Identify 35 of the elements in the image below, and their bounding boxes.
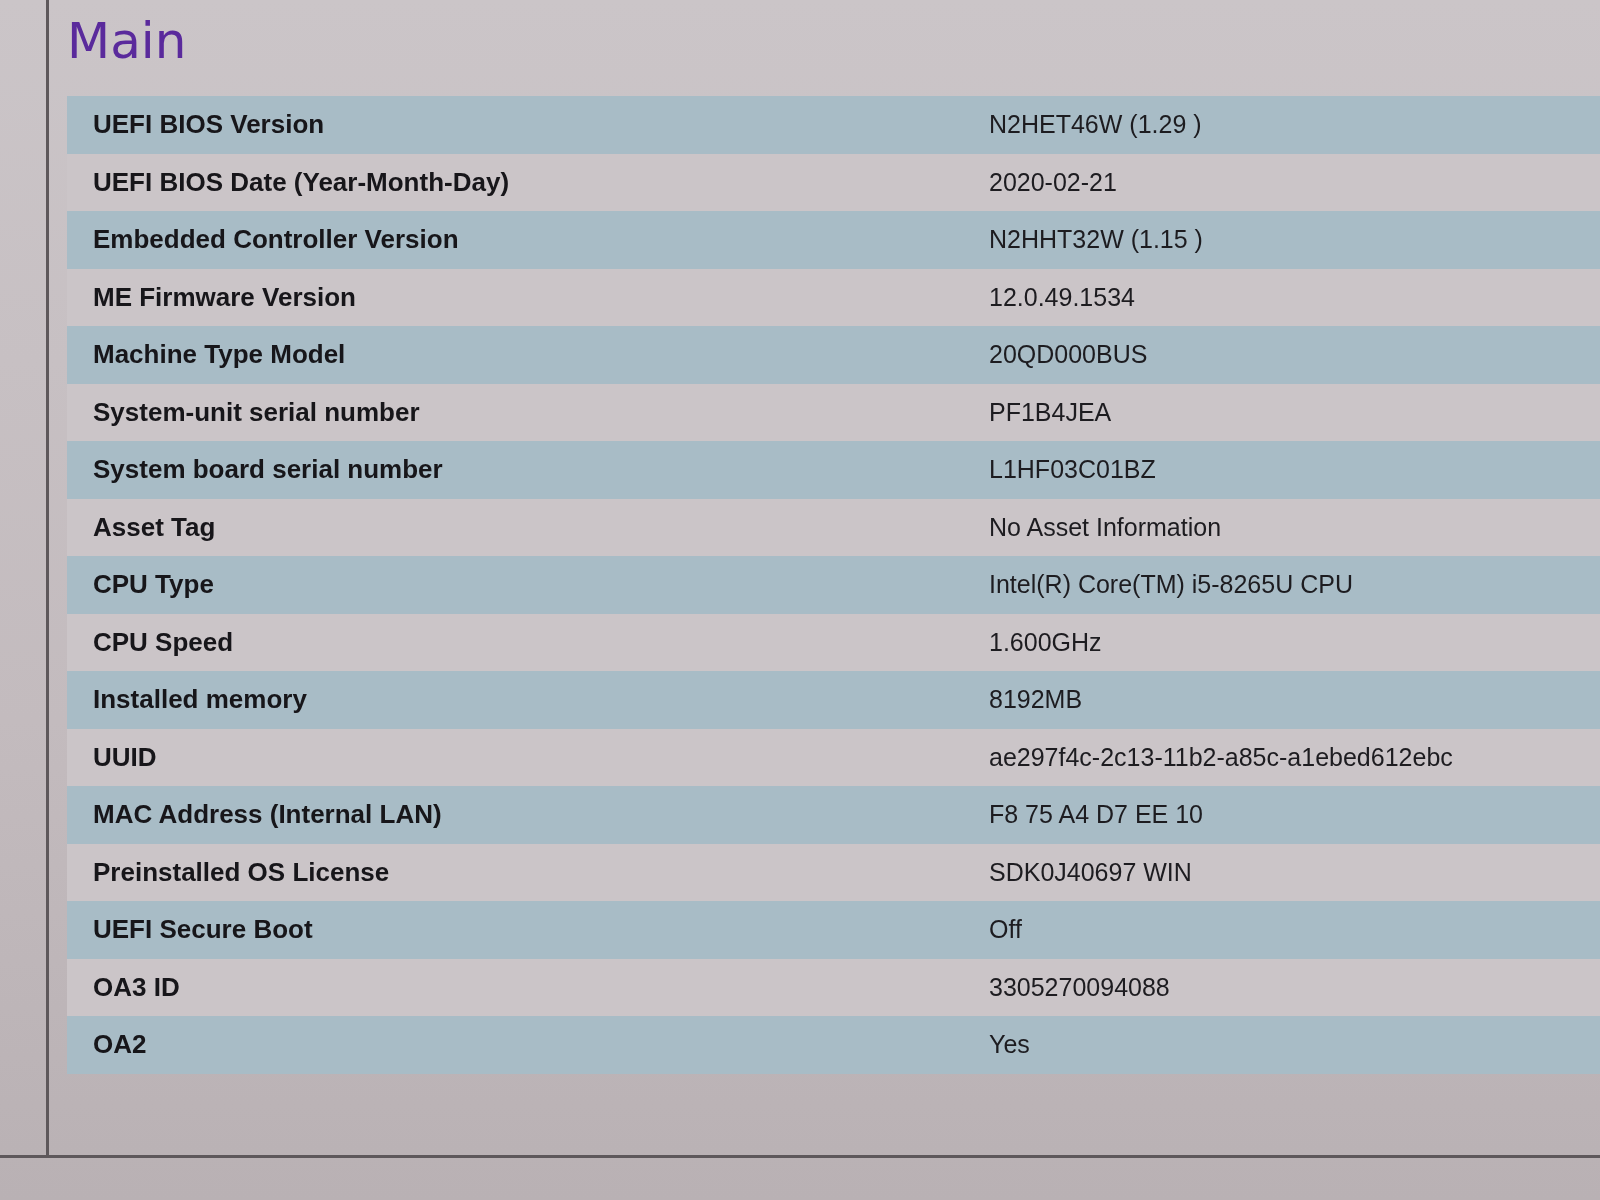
- page-title: Main: [67, 11, 187, 72]
- row-value: 3305270094088: [989, 972, 1170, 1002]
- row-label: System-unit serial number: [92, 396, 420, 428]
- row-value: F8 75 A4 D7 EE 10: [989, 800, 1204, 830]
- row-label: ME Firmware Version: [92, 281, 356, 313]
- row-label: Machine Type Model: [92, 339, 346, 371]
- row-value: ae297f4c-2c13-11b2-a85c-a1ebed612ebc: [989, 742, 1453, 772]
- row-label: UEFI BIOS Date (Year-Month-Day): [92, 166, 510, 198]
- row-label: UUID: [92, 741, 157, 773]
- row-value: 8192MB: [989, 685, 1083, 715]
- row-label: OA3 ID: [92, 971, 180, 1003]
- row-value: Yes: [989, 1030, 1030, 1060]
- row-label: UEFI Secure Boot: [92, 914, 313, 946]
- row-label: Preinstalled OS License: [92, 856, 390, 888]
- row-label: CPU Type: [92, 569, 214, 601]
- row-value: Intel(R) Core(TM) i5-8265U CPU: [989, 570, 1353, 600]
- row-label: CPU Speed: [92, 626, 234, 658]
- row-value: N2HHT32W (1.15 ): [989, 225, 1203, 255]
- row-value: 12.0.49.1534: [989, 282, 1135, 312]
- row-value: 2020-02-21: [989, 167, 1117, 197]
- row-value: N2HET46W (1.29 ): [989, 110, 1202, 140]
- row-label: System board serial number: [92, 454, 443, 486]
- row-label: Asset Tag: [92, 511, 216, 543]
- row-value: L1HF03C01BZ: [989, 455, 1156, 485]
- row-label: UEFI BIOS Version: [92, 109, 325, 141]
- row-value: 1.600GHz: [989, 627, 1102, 657]
- row-label: OA2: [92, 1029, 147, 1061]
- row-value: 20QD000BUS: [989, 340, 1148, 370]
- row-value: Off: [989, 915, 1022, 945]
- row-value: No Asset Information: [989, 512, 1222, 542]
- row-label: Installed memory: [92, 684, 307, 716]
- row-value: SDK0J40697 WIN: [989, 857, 1192, 887]
- row-label: Embedded Controller Version: [92, 224, 459, 256]
- row-label: MAC Address (Internal LAN): [92, 799, 442, 831]
- row-value: PF1B4JEA: [989, 397, 1112, 427]
